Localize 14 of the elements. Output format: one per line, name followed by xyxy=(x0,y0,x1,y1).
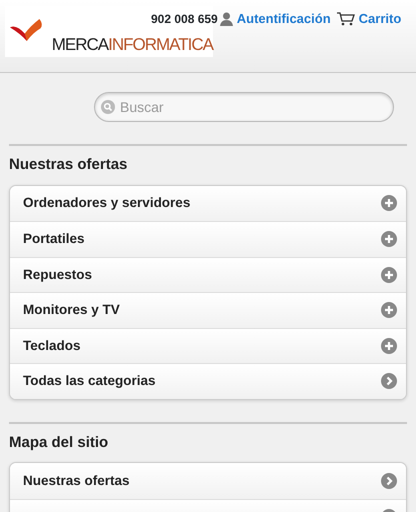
phone-number: 902 008 659 xyxy=(151,11,218,28)
login-link[interactable]: Autentificación xyxy=(220,9,331,28)
list-item[interactable]: Monitores y TV xyxy=(10,292,406,328)
list-item[interactable]: Nuestras ofertas xyxy=(10,463,406,498)
list-item[interactable]: Repuestos xyxy=(10,256,406,292)
list-item[interactable]: Ordenadores y servidores xyxy=(10,186,406,221)
section-heading: Nuestras ofertas xyxy=(9,155,128,175)
section-heading: Mapa del sitio xyxy=(9,432,110,452)
search-field[interactable]: Buscar xyxy=(94,92,394,122)
cart-link[interactable]: Carrito xyxy=(336,9,402,28)
list-item[interactable]: Teclados xyxy=(10,328,406,363)
logo-text: MERCAINFORMATICA xyxy=(52,36,213,53)
list-item[interactable]: Todas las categorias xyxy=(10,363,406,398)
list-item[interactable]: Portatiles xyxy=(10,221,406,256)
